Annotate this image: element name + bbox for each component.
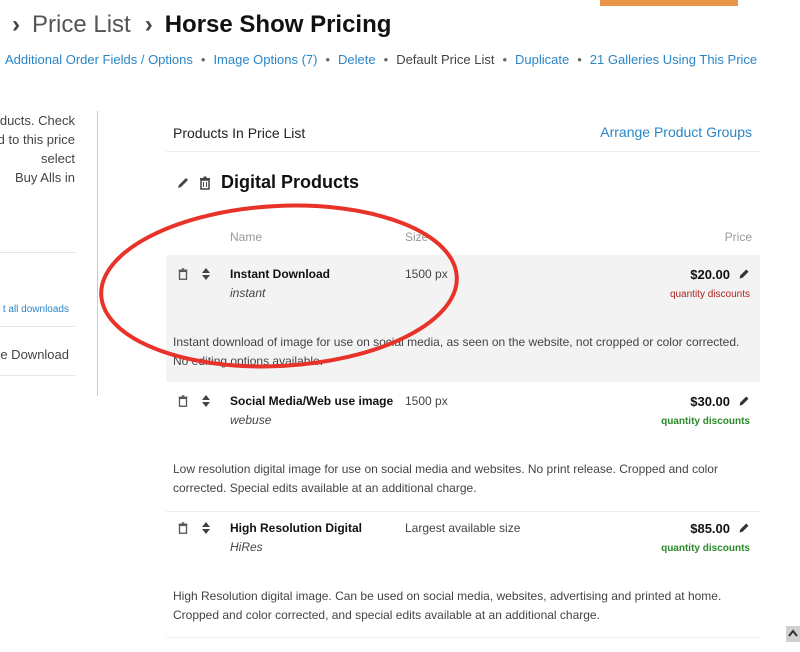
product-name: High Resolution Digital [230, 521, 362, 535]
pencil-icon[interactable] [738, 267, 750, 285]
product-size: 1500 px [405, 267, 448, 281]
product-row: Social Media/Web use image webuse 1500 p… [166, 382, 760, 509]
column-header-name: Name [230, 230, 263, 244]
page-title: Horse Show Pricing [164, 11, 392, 38]
breadcrumb: › Price List › Horse Show Pricing [12, 8, 391, 42]
chevron-right-icon: › [12, 11, 20, 38]
galleries-link[interactable]: 21 Galleries Using This Price [590, 52, 757, 67]
pencil-icon[interactable] [738, 394, 750, 412]
scroll-up-icon[interactable] [786, 626, 800, 642]
product-description: High Resolution digital image. Can be us… [173, 589, 722, 622]
product-size: Largest available size [405, 521, 521, 535]
product-size: 1500 px [405, 394, 448, 408]
chevron-right-icon: › [144, 11, 153, 38]
product-price: $85.00 [690, 521, 730, 536]
pencil-icon[interactable] [738, 521, 750, 539]
divider [166, 637, 760, 638]
default-price-list-label: Default Price List [396, 52, 495, 67]
free-download-item[interactable]: ee Download [0, 347, 69, 362]
trash-icon[interactable] [176, 267, 190, 286]
divider [0, 326, 75, 327]
pencil-icon[interactable] [175, 175, 191, 191]
sidebar-help-text: ducts. Check d to this price select Buy … [0, 113, 75, 185]
product-code: instant [230, 286, 266, 300]
quantity-discounts-link[interactable]: quantity discounts [661, 543, 750, 554]
product-price: $30.00 [690, 394, 730, 409]
duplicate-link[interactable]: Duplicate [515, 52, 569, 67]
trash-icon[interactable] [176, 521, 190, 540]
product-name: Instant Download [230, 267, 330, 281]
product-row: High Resolution Digital HiRes Largest av… [166, 509, 760, 636]
column-header-price: Price [724, 230, 752, 244]
sort-arrows-icon[interactable] [201, 267, 211, 286]
top-action-button[interactable] [600, 0, 738, 6]
all-downloads-link[interactable]: t all downloads [3, 304, 69, 315]
product-description: Instant download of image for use on soc… [173, 335, 740, 368]
sort-arrows-icon[interactable] [201, 394, 211, 413]
group-header: Digital Products [175, 172, 359, 193]
product-row: Instant Download instant 1500 px $20.00 … [166, 255, 760, 382]
product-description: Low resolution digital image for use on … [173, 462, 718, 495]
delete-link[interactable]: Delete [338, 52, 376, 67]
action-links: Additional Order Fields / Options • Imag… [5, 52, 758, 67]
quantity-discounts-link[interactable]: quantity discounts [661, 416, 750, 427]
divider [0, 375, 75, 376]
trash-icon[interactable] [197, 175, 213, 191]
product-price: $20.00 [690, 267, 730, 282]
order-fields-link[interactable]: Additional Order Fields / Options [5, 52, 193, 67]
arrange-product-groups-link[interactable]: Arrange Product Groups [600, 124, 752, 140]
trash-icon[interactable] [176, 394, 190, 413]
products-in-price-list-title: Products In Price List [173, 125, 306, 141]
product-code: HiRes [230, 540, 263, 554]
image-options-link[interactable]: Image Options (7) [213, 52, 317, 67]
column-header-size: Size [405, 230, 429, 244]
product-code: webuse [230, 413, 272, 427]
divider [166, 151, 760, 152]
quantity-discounts-link[interactable]: quantity discounts [670, 289, 750, 300]
sidebar: ducts. Check d to this price select Buy … [0, 111, 98, 396]
breadcrumb-price-list[interactable]: Price List [32, 11, 131, 39]
sort-arrows-icon[interactable] [201, 521, 211, 540]
divider [0, 252, 75, 253]
group-title: Digital Products [221, 172, 360, 192]
product-name: Social Media/Web use image [230, 394, 394, 408]
